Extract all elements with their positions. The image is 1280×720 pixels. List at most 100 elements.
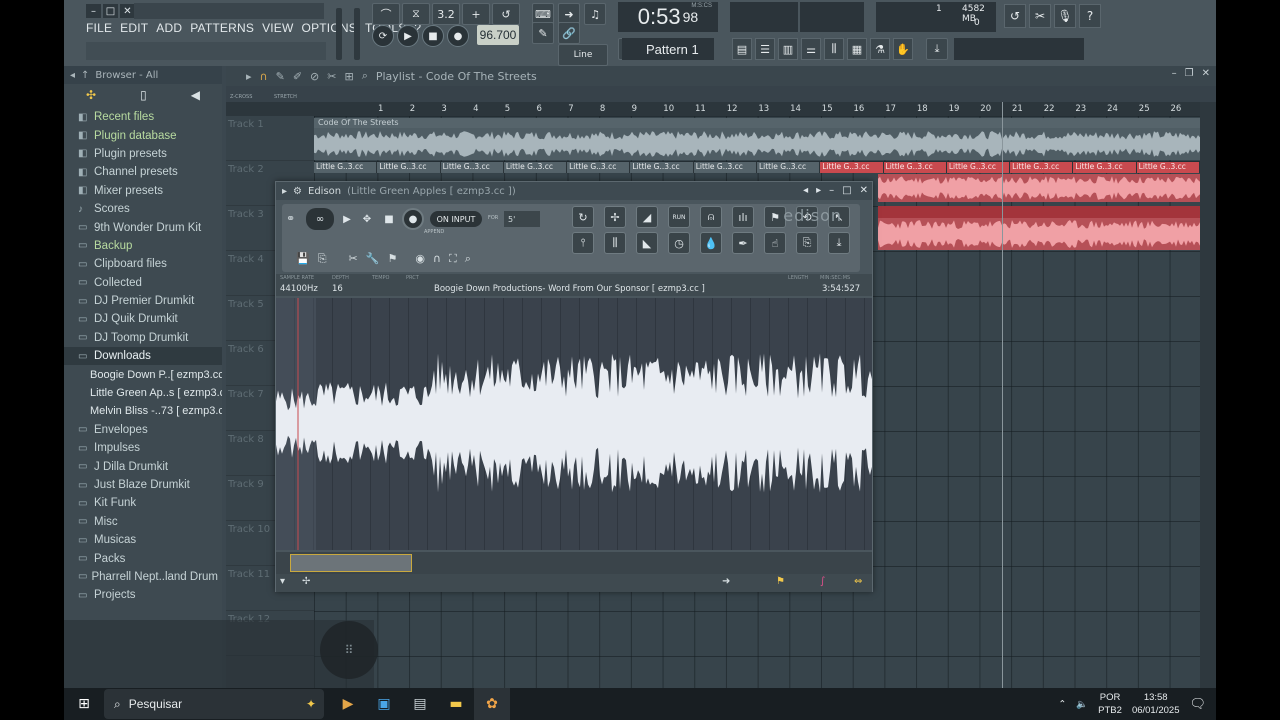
gear-icon[interactable]: ⚙ (293, 186, 302, 197)
master-volume-slider[interactable] (336, 8, 342, 60)
browser-item[interactable]: ▭ Envelopes (64, 421, 222, 439)
snap-icon[interactable]: ✎ (532, 22, 554, 44)
send-icon[interactable]: ⤓ (828, 232, 850, 254)
menu-file[interactable]: FILE (86, 21, 112, 35)
channel-icon[interactable]: ⫼ (824, 38, 844, 60)
marker-add-icon[interactable]: ✢ (302, 576, 310, 587)
clock-icon[interactable]: ◷ (668, 232, 690, 254)
minimize-icon[interactable]: – (1172, 68, 1177, 79)
metronome-icon[interactable]: ♫ (584, 3, 606, 25)
browser-item[interactable]: ◧ Recent files (64, 108, 222, 126)
magnet-icon[interactable]: ∩ (433, 252, 441, 266)
record-length-field[interactable]: 5' (504, 211, 540, 227)
chevron-up-icon[interactable]: ⌃ (1058, 699, 1066, 710)
browser-item[interactable]: ▭ Projects (64, 586, 222, 604)
snap-mode-select[interactable]: Line (558, 44, 608, 66)
loop-record-button[interactable]: ↺ (492, 3, 520, 25)
browser-item[interactable]: ▭ Pharrell Nept..land Drum Kit (64, 568, 222, 586)
language-indicator[interactable]: POR PTB2 (1098, 691, 1122, 717)
restore-icon[interactable]: ❐ (1185, 68, 1194, 79)
clip-header[interactable]: Little G..3.cc (883, 162, 947, 173)
slice-icon[interactable]: ✂ (327, 70, 336, 83)
render-icon[interactable]: ⤓ (926, 38, 948, 60)
track-label[interactable]: Track 1 (226, 116, 314, 161)
mute-icon[interactable]: ⊘ (310, 70, 319, 83)
bit-depth[interactable]: 16 (332, 284, 343, 294)
metronome-button[interactable]: ⌒ (372, 3, 400, 25)
prev-icon[interactable]: ◂ (803, 185, 808, 196)
countdown-button[interactable]: 3.2 (432, 3, 460, 25)
pen-icon[interactable]: ✒ (732, 232, 754, 254)
drag-icon[interactable]: ☝ (764, 232, 786, 254)
clip-header[interactable]: Little G..3.cc (314, 162, 378, 173)
step-edit-button[interactable]: + (462, 3, 490, 25)
loop-icon[interactable]: ∞ (306, 208, 334, 230)
dropdown-icon[interactable]: ▾ (280, 576, 285, 587)
cut-icon[interactable]: ✂ (349, 252, 358, 266)
edison-waveform[interactable] (276, 298, 872, 550)
browser-item[interactable]: ▭ Kit Funk (64, 494, 222, 512)
touch-controller-icon[interactable]: ✋ (893, 38, 913, 60)
link-icon[interactable]: ⚭ (286, 212, 295, 225)
sample-rate[interactable]: 44100Hz (280, 284, 318, 294)
browser-item[interactable]: ♪ Scores (64, 200, 222, 218)
wait-input-button[interactable]: ⧖ (402, 3, 430, 25)
zoom-icon[interactable]: ⌕ (362, 69, 368, 83)
mic-icon[interactable]: 🎙 (1054, 4, 1076, 28)
close-icon[interactable]: ✕ (860, 185, 868, 196)
record-mode-select[interactable]: ON INPUT (430, 211, 482, 227)
menu-view[interactable]: VIEW (262, 21, 293, 35)
wrench-icon[interactable]: 🔧 (366, 252, 380, 266)
browser-item[interactable]: ▭ DJ Toomp Drumkit (64, 329, 222, 347)
browser-item[interactable]: ▭ Musicas (64, 531, 222, 549)
fl-studio-taskbar-icon[interactable]: ✿ (474, 688, 510, 720)
browser-item[interactable]: ▭ Backup (64, 237, 222, 255)
browser-item[interactable]: ▭ Collected (64, 274, 222, 292)
select-icon[interactable]: ⊞ (344, 70, 353, 83)
save-icon[interactable]: ⎘ (796, 232, 818, 254)
minimize-icon[interactable]: – (829, 185, 834, 196)
drop-icon[interactable]: 💧 (700, 232, 722, 254)
pencil-icon[interactable]: ✎ (276, 70, 285, 83)
close-icon[interactable]: ✕ (1202, 68, 1210, 79)
maximize-icon[interactable]: □ (842, 185, 851, 196)
link-icon[interactable]: 🔗 (558, 22, 580, 44)
browser-item[interactable]: ◧ Mixer presets (64, 182, 222, 200)
pattern-selector[interactable]: Pattern 1 (622, 38, 714, 60)
taskbar-search[interactable]: ⌕ Pesquisar ✦ (104, 689, 324, 719)
fade-in-icon[interactable]: ◢ (636, 206, 658, 228)
tools-icon[interactable]: ✂ (1029, 4, 1051, 28)
screen-app-icon[interactable]: ▣ (366, 688, 402, 720)
run-button[interactable]: RUN (668, 206, 690, 228)
menu-add[interactable]: ADD (156, 21, 182, 35)
browser-item[interactable]: ▭ Impulses (64, 439, 222, 457)
windows-start-icon[interactable]: ⊞ (64, 688, 104, 720)
clip-header[interactable]: Little G..3.cc (440, 162, 504, 173)
audio-clip-track1[interactable]: Code Of The Streets (314, 118, 1200, 160)
split-icon[interactable]: ⫯ (572, 232, 594, 254)
overview-thumb[interactable] (290, 554, 412, 572)
song-time-display[interactable]: M:S:CS 0:53 98 (618, 2, 718, 32)
remote-app-icon[interactable]: ▤ (402, 688, 438, 720)
record-icon[interactable]: ● (447, 25, 469, 47)
browser-item[interactable]: Little Green Ap..s [ ezmp3.cc ] (64, 384, 222, 402)
play-icon[interactable]: ▶ (336, 208, 358, 230)
volume-icon[interactable]: 🔈 (1076, 699, 1088, 710)
pin-icon[interactable]: ⚑ (776, 576, 785, 587)
menu-patterns[interactable]: PATTERNS (190, 21, 254, 35)
stop-icon[interactable]: ■ (422, 25, 444, 47)
browser-item[interactable]: ▭ Just Blaze Drumkit (64, 476, 222, 494)
file-explorer-icon[interactable]: ▬ (438, 688, 474, 720)
browser-item[interactable]: ▭ Downloads (64, 347, 222, 366)
fade-out-icon[interactable]: ◣ (636, 232, 658, 254)
clip-header[interactable]: Little G..3.cc (567, 162, 631, 173)
close-icon[interactable]: ✕ (120, 4, 135, 18)
record-icon[interactable]: ● (402, 208, 424, 230)
media-player-icon[interactable]: ▶ (330, 688, 366, 720)
tab-all-icon[interactable]: ✣ (86, 88, 96, 102)
eq-icon[interactable]: ılı (732, 206, 754, 228)
browser-item[interactable]: ◧ Plugin presets (64, 145, 222, 163)
zoom-icon[interactable]: ⌕ (465, 252, 471, 266)
slice-icon[interactable]: ⫼ (604, 232, 626, 254)
menu-options[interactable]: OPTIONS (302, 21, 357, 35)
